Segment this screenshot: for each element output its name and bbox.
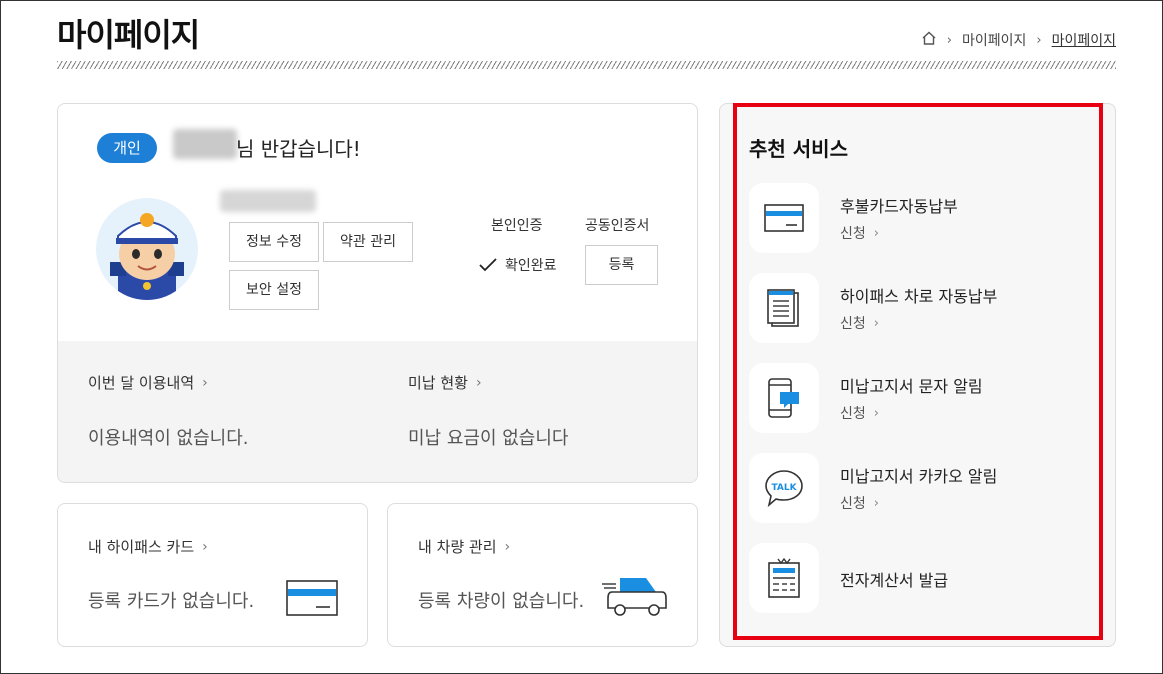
usage-summary-panel — [58, 341, 697, 482]
service-name: 후불카드자동납부 — [840, 197, 958, 216]
apply-link[interactable]: 신청 › — [840, 493, 879, 513]
svg-text:TALK: TALK — [771, 483, 797, 493]
breadcrumb: › 마이페이지 › 마이페이지 — [921, 30, 1116, 50]
chevron-right-icon: › — [873, 315, 879, 331]
credit-card-icon — [749, 183, 819, 253]
unpaid-status-link[interactable]: 미납 현황 › — [408, 372, 482, 393]
profile-card: 개인 님 반갑습니다! 정보 수정 약관 관리 보안 설정 본인인증 공동인증서… — [57, 103, 698, 483]
mobile-message-icon — [749, 363, 819, 433]
document-icon — [749, 273, 819, 343]
hipass-card-panel: 내 하이패스 카드 › 등록 카드가 없습니다. — [57, 503, 368, 647]
chevron-right-icon: › — [504, 538, 511, 555]
vehicle-link[interactable]: 내 차량 관리 › — [418, 536, 510, 557]
service-name: 미납고지서 문자 알림 — [840, 377, 983, 396]
masked-user-id — [220, 190, 316, 212]
receipt-icon — [749, 543, 819, 613]
apply-label: 신청 — [840, 316, 866, 332]
chevron-right-icon: › — [873, 225, 879, 241]
apply-link[interactable]: 신청 › — [840, 313, 879, 333]
credit-card-icon — [286, 580, 338, 620]
chevron-right-icon: › — [873, 405, 879, 421]
chevron-right-icon: › — [202, 538, 208, 555]
service-item-e-invoice[interactable]: 전자계산서 발급 — [749, 543, 1089, 615]
identity-status-text: 확인완료 — [505, 258, 557, 274]
hipass-card-title: 내 하이패스 카드 — [88, 538, 195, 556]
avatar — [96, 198, 198, 300]
vehicle-empty: 등록 차량이 없습니다. — [418, 591, 585, 612]
identity-status: 확인완료 — [479, 255, 557, 275]
edit-profile-button[interactable]: 정보 수정 — [229, 222, 319, 262]
hipass-card-empty: 등록 카드가 없습니다. — [88, 591, 255, 612]
vehicle-title: 내 차량 관리 — [418, 538, 497, 556]
identity-verification-label: 본인인증 — [491, 218, 543, 234]
terms-management-button[interactable]: 약관 관리 — [323, 222, 413, 262]
chevron-right-icon: › — [475, 374, 482, 391]
page-title: 마이페이지 — [57, 16, 200, 54]
security-settings-button[interactable]: 보안 설정 — [229, 270, 319, 310]
service-name: 미납고지서 카카오 알림 — [840, 467, 998, 486]
chevron-right-icon: › — [873, 495, 879, 511]
unpaid-status-title: 미납 현황 — [408, 374, 468, 392]
chevron-right-icon: › — [1036, 32, 1042, 48]
apply-label: 신청 — [840, 496, 866, 512]
service-item-card-autopay[interactable]: 후불카드자동납부 신청 › — [749, 183, 1089, 255]
home-icon[interactable] — [921, 30, 937, 50]
service-name: 전자계산서 발급 — [840, 571, 949, 590]
unpaid-empty: 미납 요금이 없습니다 — [408, 428, 569, 449]
check-icon — [479, 258, 497, 272]
service-item-kakao-notice[interactable]: TALK 미납고지서 카카오 알림 신청 › — [749, 453, 1089, 525]
chevron-right-icon: › — [946, 32, 952, 48]
vehicle-panel: 내 차량 관리 › 등록 차량이 없습니다. — [387, 503, 698, 647]
breadcrumb-item[interactable]: 마이페이지 — [962, 30, 1026, 50]
apply-link[interactable]: 신청 › — [840, 223, 879, 243]
service-item-sms-notice[interactable]: 미납고지서 문자 알림 신청 › — [749, 363, 1089, 435]
service-name: 하이패스 차로 자동납부 — [840, 287, 998, 306]
car-icon — [602, 574, 670, 622]
apply-link[interactable]: 신청 › — [840, 403, 879, 423]
service-item-hipass-lane-autopay[interactable]: 하이패스 차로 자동납부 신청 › — [749, 273, 1089, 345]
greeting-text: 님 반갑습니다! — [236, 137, 361, 161]
breadcrumb-current[interactable]: 마이페이지 — [1052, 30, 1116, 50]
apply-label: 신청 — [840, 226, 866, 242]
joint-certificate-label: 공동인증서 — [585, 218, 650, 234]
divider — [57, 61, 1116, 69]
monthly-usage-link[interactable]: 이번 달 이용내역 › — [88, 372, 208, 393]
hipass-card-link[interactable]: 내 하이패스 카드 › — [88, 536, 208, 557]
chevron-right-icon: › — [202, 374, 208, 391]
apply-label: 신청 — [840, 406, 866, 422]
services-title: 추천 서비스 — [749, 137, 848, 161]
member-type-badge: 개인 — [97, 133, 157, 163]
register-certificate-button[interactable]: 등록 — [585, 245, 658, 285]
monthly-usage-empty: 이용내역이 없습니다. — [88, 428, 249, 449]
masked-user-name — [173, 129, 237, 159]
monthly-usage-title: 이번 달 이용내역 — [88, 374, 195, 392]
talk-bubble-icon: TALK — [749, 453, 819, 523]
